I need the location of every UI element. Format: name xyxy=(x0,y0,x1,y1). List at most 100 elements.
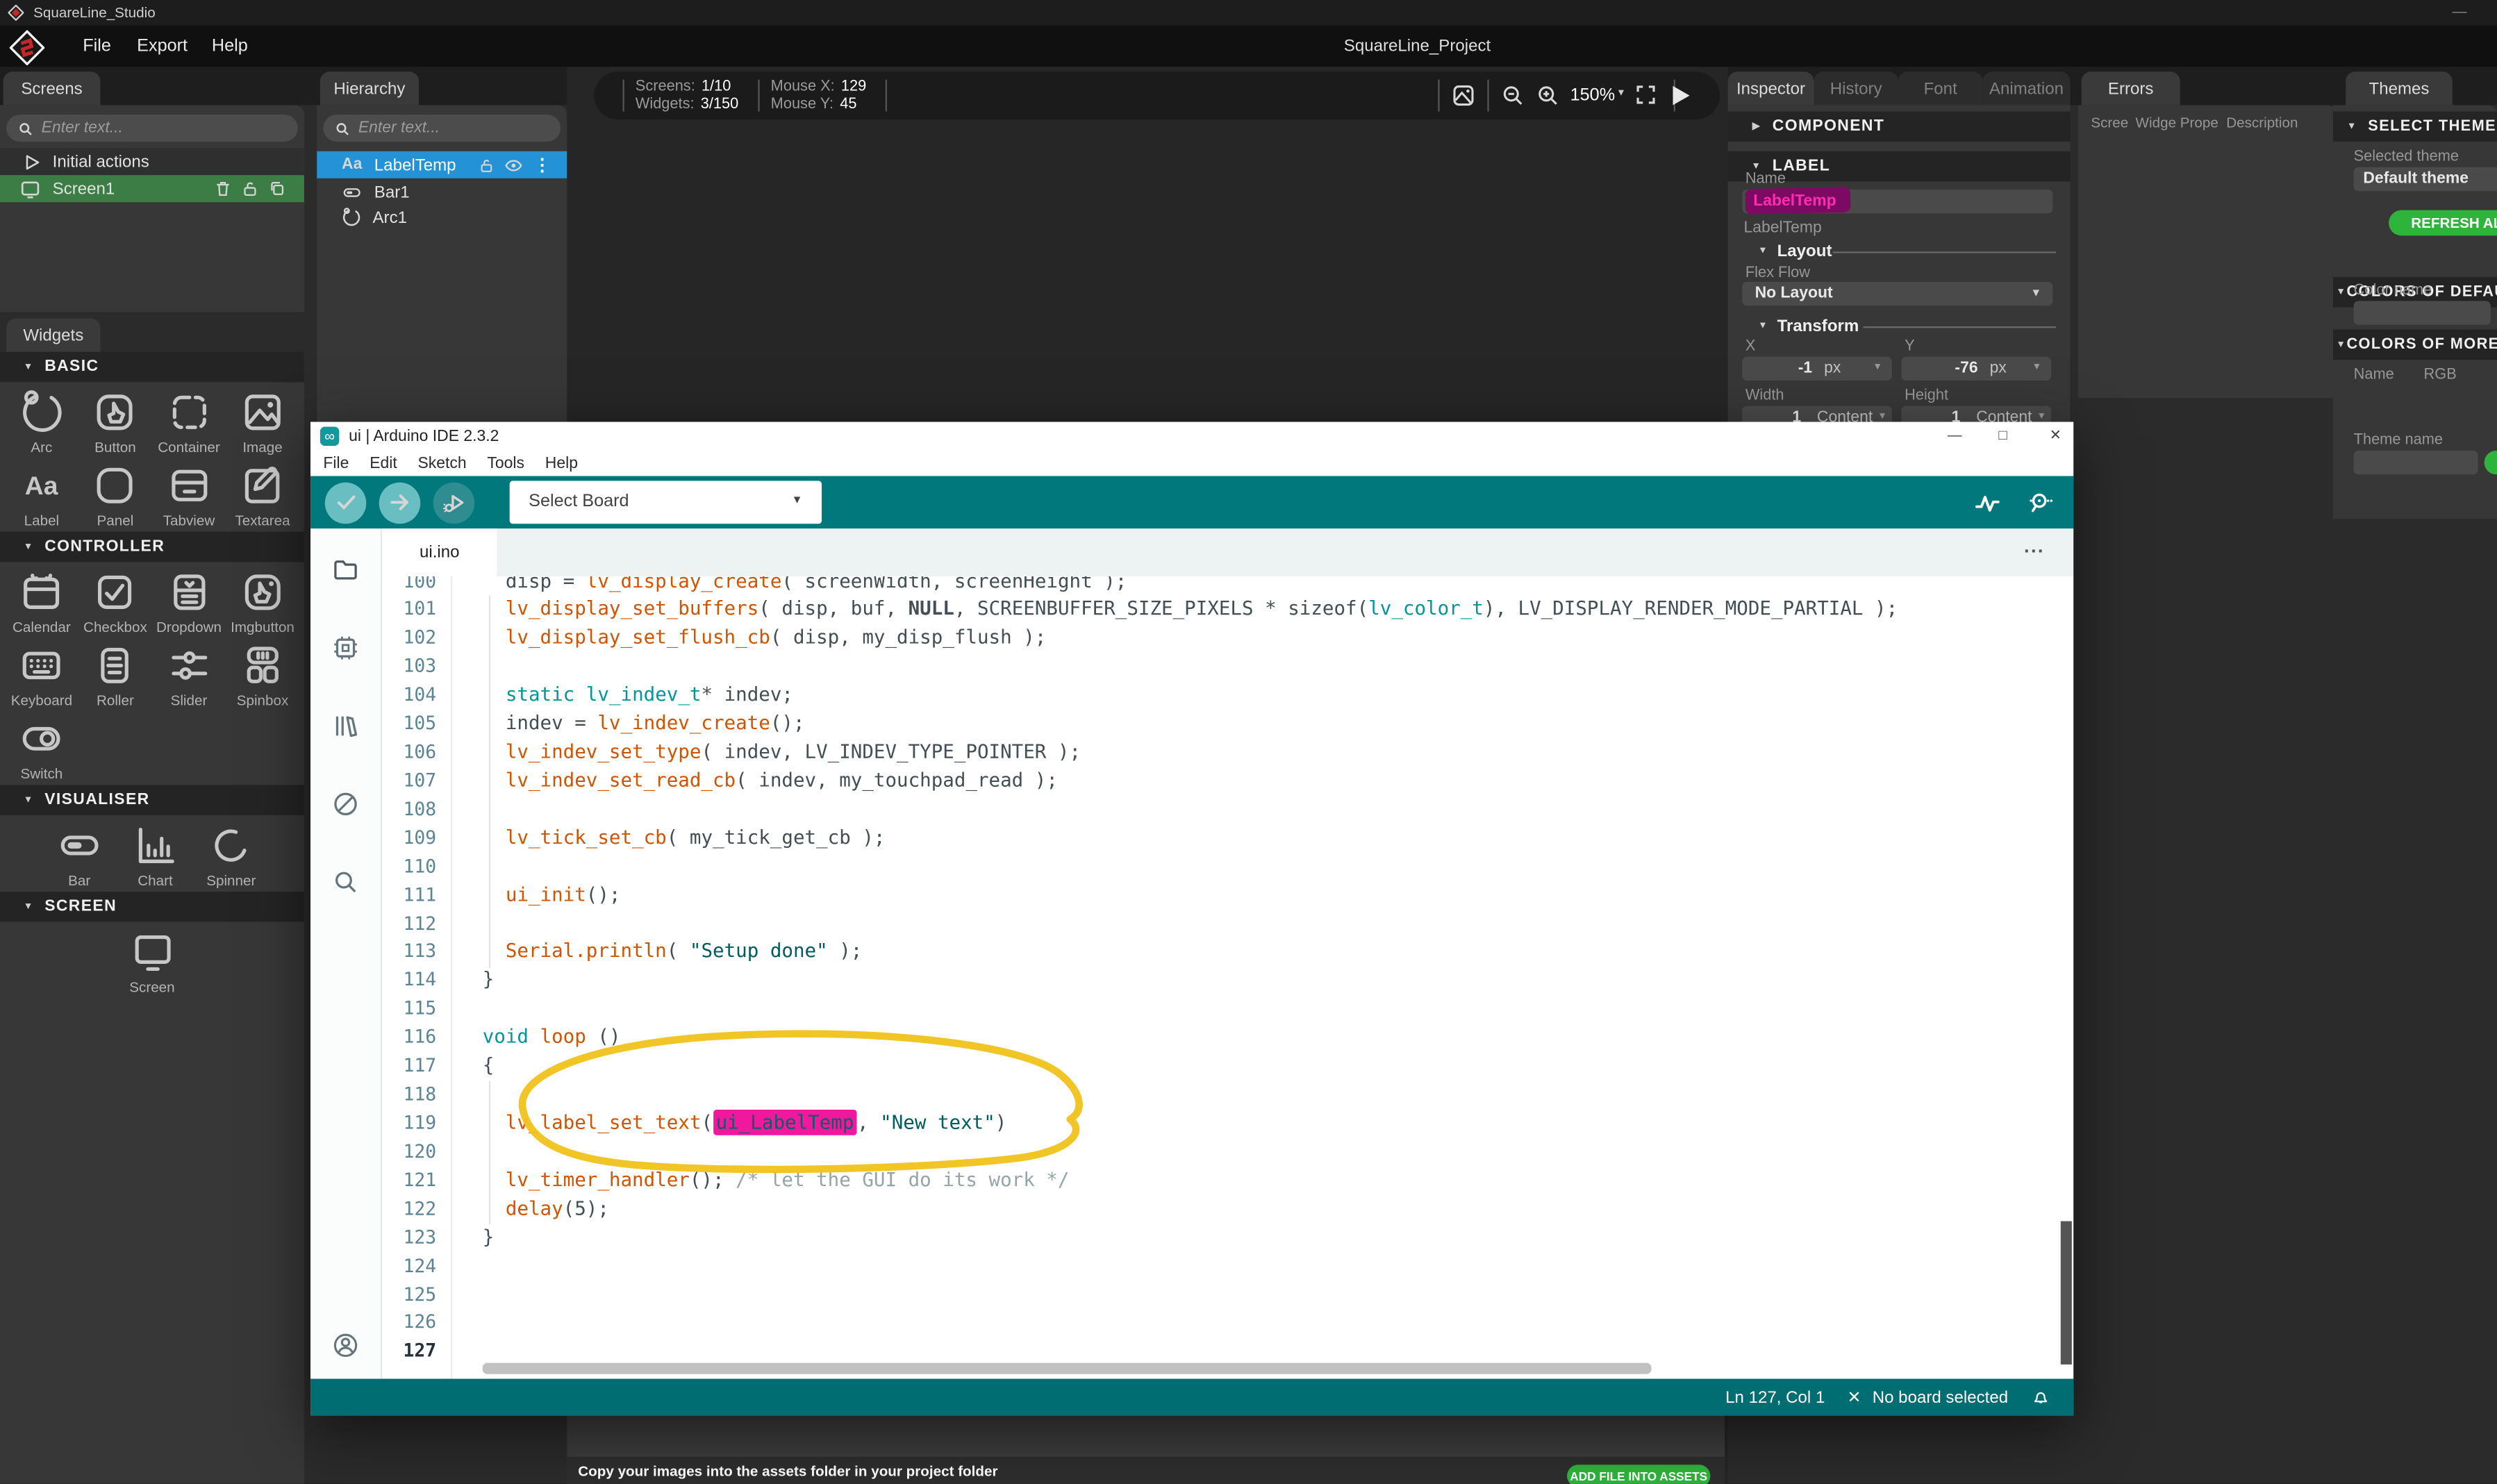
add-file-into-assets-button[interactable]: ADD FILE INTO ASSETS xyxy=(1567,1465,1710,1484)
code-line[interactable]: 101 lv_display_set_buffers( disp, buf, N… xyxy=(382,596,2073,624)
close-x-icon[interactable]: ✕ xyxy=(1847,1387,1861,1407)
code-line[interactable]: 111 ui_init(); xyxy=(382,881,2073,910)
serial-monitor-icon[interactable] xyxy=(2025,489,2054,517)
code-editor[interactable]: 100 disp = lv_display_create( screenWidt… xyxy=(382,576,2073,1379)
widget-label[interactable]: AaLabel xyxy=(5,462,78,528)
widgets-section-header[interactable]: ▼SCREEN xyxy=(0,892,304,922)
color-name-input[interactable] xyxy=(2354,301,2491,324)
code-line[interactable]: 102 lv_display_set_flush_cb( disp, my_di… xyxy=(382,625,2073,653)
tab-ui-ino[interactable]: ui.ino xyxy=(382,528,497,576)
library-manager-icon[interactable] xyxy=(331,712,360,740)
tab-errors[interactable]: Errors xyxy=(2082,72,2180,105)
h-scrollbar[interactable] xyxy=(483,1363,1652,1374)
widgets-section-header[interactable]: ▼VISUALISER xyxy=(0,785,304,815)
copy-icon[interactable] xyxy=(267,178,287,199)
maximize-icon[interactable]: □ xyxy=(1998,426,2007,442)
code-line[interactable]: 126 xyxy=(382,1310,2073,1338)
widget-switch[interactable]: Switch xyxy=(5,715,78,781)
chevron-down-icon[interactable]: ▼ xyxy=(1616,89,1626,99)
widget-chart[interactable]: Chart xyxy=(117,822,193,888)
widget-tabview[interactable]: Tabview xyxy=(152,462,226,528)
tab-widgets[interactable]: Widgets xyxy=(6,319,100,352)
code-line[interactable]: 114} xyxy=(382,967,2073,996)
zoom-out-icon[interactable] xyxy=(1500,83,1526,108)
widget-imgbutton[interactable]: Imgbutton xyxy=(226,569,299,635)
widgets-section-header[interactable]: ▼BASIC xyxy=(0,352,304,383)
code-line[interactable]: 123} xyxy=(382,1224,2073,1252)
select-theme-header[interactable]: ▼SELECT THEME xyxy=(2333,111,2497,142)
tab-themes[interactable]: Themes xyxy=(2346,72,2453,105)
ide-menu-edit[interactable]: Edit xyxy=(370,455,397,472)
tab-screens[interactable]: Screens xyxy=(3,72,101,105)
image-fit-icon[interactable] xyxy=(1451,83,1477,108)
ide-menu-sketch[interactable]: Sketch xyxy=(418,455,467,472)
tab-overflow-menu[interactable]: ... xyxy=(2024,535,2045,557)
screens-search-input[interactable]: Enter text... xyxy=(6,115,298,142)
widget-spinbox[interactable]: Spinbox xyxy=(226,642,299,708)
tab-inspector[interactable]: Inspector xyxy=(1728,72,1814,105)
selected-theme-select[interactable]: Default theme xyxy=(2354,167,2497,191)
os-minimize-button[interactable]: — xyxy=(2453,3,2467,19)
widgets-section-header[interactable]: ▼CONTROLLER xyxy=(0,532,304,562)
colors-more-header[interactable]: ▼COLORS OF MORE THE xyxy=(2333,330,2497,360)
code-line[interactable]: 104 static lv_indev_t* indev; xyxy=(382,682,2073,710)
ide-menu-file[interactable]: File xyxy=(323,455,349,472)
widget-textarea[interactable]: Textarea xyxy=(226,462,299,528)
hierarchy-item-labeltemp[interactable]: Aa LabelTemp ⋮ xyxy=(317,151,567,178)
code-line[interactable]: 105 indev = lv_indev_create(); xyxy=(382,710,2073,739)
unlock-icon[interactable] xyxy=(478,156,495,175)
menu-item-help[interactable]: Help xyxy=(212,37,248,56)
widget-arc[interactable]: Arc xyxy=(5,388,78,455)
widget-dropdown[interactable]: Dropdown xyxy=(152,569,226,635)
flex-flow-select[interactable]: No Layout ▼ xyxy=(1742,282,2052,306)
layout-subheader[interactable]: ▼Layout xyxy=(1758,242,1832,261)
code-line[interactable]: 103 xyxy=(382,653,2073,682)
name-input[interactable]: LabelTemp xyxy=(1742,190,2052,213)
code-line[interactable]: 112 xyxy=(382,910,2073,938)
component-section-header[interactable]: ▶COMPONENT xyxy=(1728,111,2071,142)
widget-checkbox[interactable]: Checkbox xyxy=(78,569,152,635)
code-line[interactable]: 108 xyxy=(382,796,2073,824)
code-line[interactable]: 100 disp = lv_display_create( screenWidt… xyxy=(382,576,2073,596)
kebab-icon[interactable]: ⋮ xyxy=(533,154,551,175)
zoom-in-icon[interactable] xyxy=(1535,83,1561,108)
ide-menu-help[interactable]: Help xyxy=(545,455,578,472)
hierarchy-item-bar1[interactable]: Bar1 xyxy=(317,178,567,206)
eye-icon[interactable] xyxy=(504,156,524,175)
hierarchy-search-input[interactable]: Enter text... xyxy=(323,115,561,142)
transform-subheader[interactable]: ▼Transform xyxy=(1758,317,1859,336)
widget-screen[interactable]: Screen xyxy=(5,928,299,995)
refresh-all-screens-button[interactable]: REFRESH ALL SC xyxy=(2389,210,2497,236)
add-theme-button[interactable] xyxy=(2484,451,2497,474)
widget-spinner[interactable]: Spinner xyxy=(193,822,269,888)
hierarchy-item-arc1[interactable]: Arc1 xyxy=(317,203,567,231)
theme-name-input[interactable] xyxy=(2354,451,2478,474)
menu-item-export[interactable]: Export xyxy=(137,37,188,56)
folder-icon[interactable] xyxy=(331,556,360,584)
code-line[interactable]: 106 lv_indev_set_type( indev, LV_INDEV_T… xyxy=(382,739,2073,767)
board-status[interactable]: No board selected xyxy=(1873,1387,2008,1407)
code-line[interactable]: 125 xyxy=(382,1281,2073,1310)
debug-button[interactable] xyxy=(433,482,475,524)
menu-item-file[interactable]: File xyxy=(83,37,111,56)
board-selector[interactable]: Select Board ▼ xyxy=(510,481,822,524)
code-line[interactable]: 122 delay(5); xyxy=(382,1195,2073,1224)
widget-panel[interactable]: Panel xyxy=(78,462,152,528)
tab-hierarchy[interactable]: Hierarchy xyxy=(320,72,419,105)
tab-animation[interactable]: Animation xyxy=(1982,72,2070,105)
code-line[interactable]: 107 lv_indev_set_read_cb( indev, my_touc… xyxy=(382,767,2073,796)
code-line[interactable]: 110 xyxy=(382,853,2073,881)
widget-slider[interactable]: Slider xyxy=(152,642,226,708)
boards-manager-icon[interactable] xyxy=(331,634,360,662)
code-line[interactable]: 109 lv_tick_set_cb( my_tick_get_cb ); xyxy=(382,824,2073,853)
x-input[interactable]: -1 px ▼ xyxy=(1742,357,1892,381)
screen1-row[interactable]: Screen1 xyxy=(0,175,304,202)
account-icon[interactable] xyxy=(331,1331,360,1360)
widget-button[interactable]: Button xyxy=(78,388,152,455)
code-line[interactable]: 124 xyxy=(382,1253,2073,1281)
debug-panel-icon[interactable] xyxy=(331,790,360,818)
widget-calendar[interactable]: Calendar xyxy=(5,569,78,635)
trash-icon[interactable] xyxy=(213,178,233,199)
y-input[interactable]: -76 px ▼ xyxy=(1902,357,2052,381)
squareline-logo-icon[interactable] xyxy=(10,31,44,65)
